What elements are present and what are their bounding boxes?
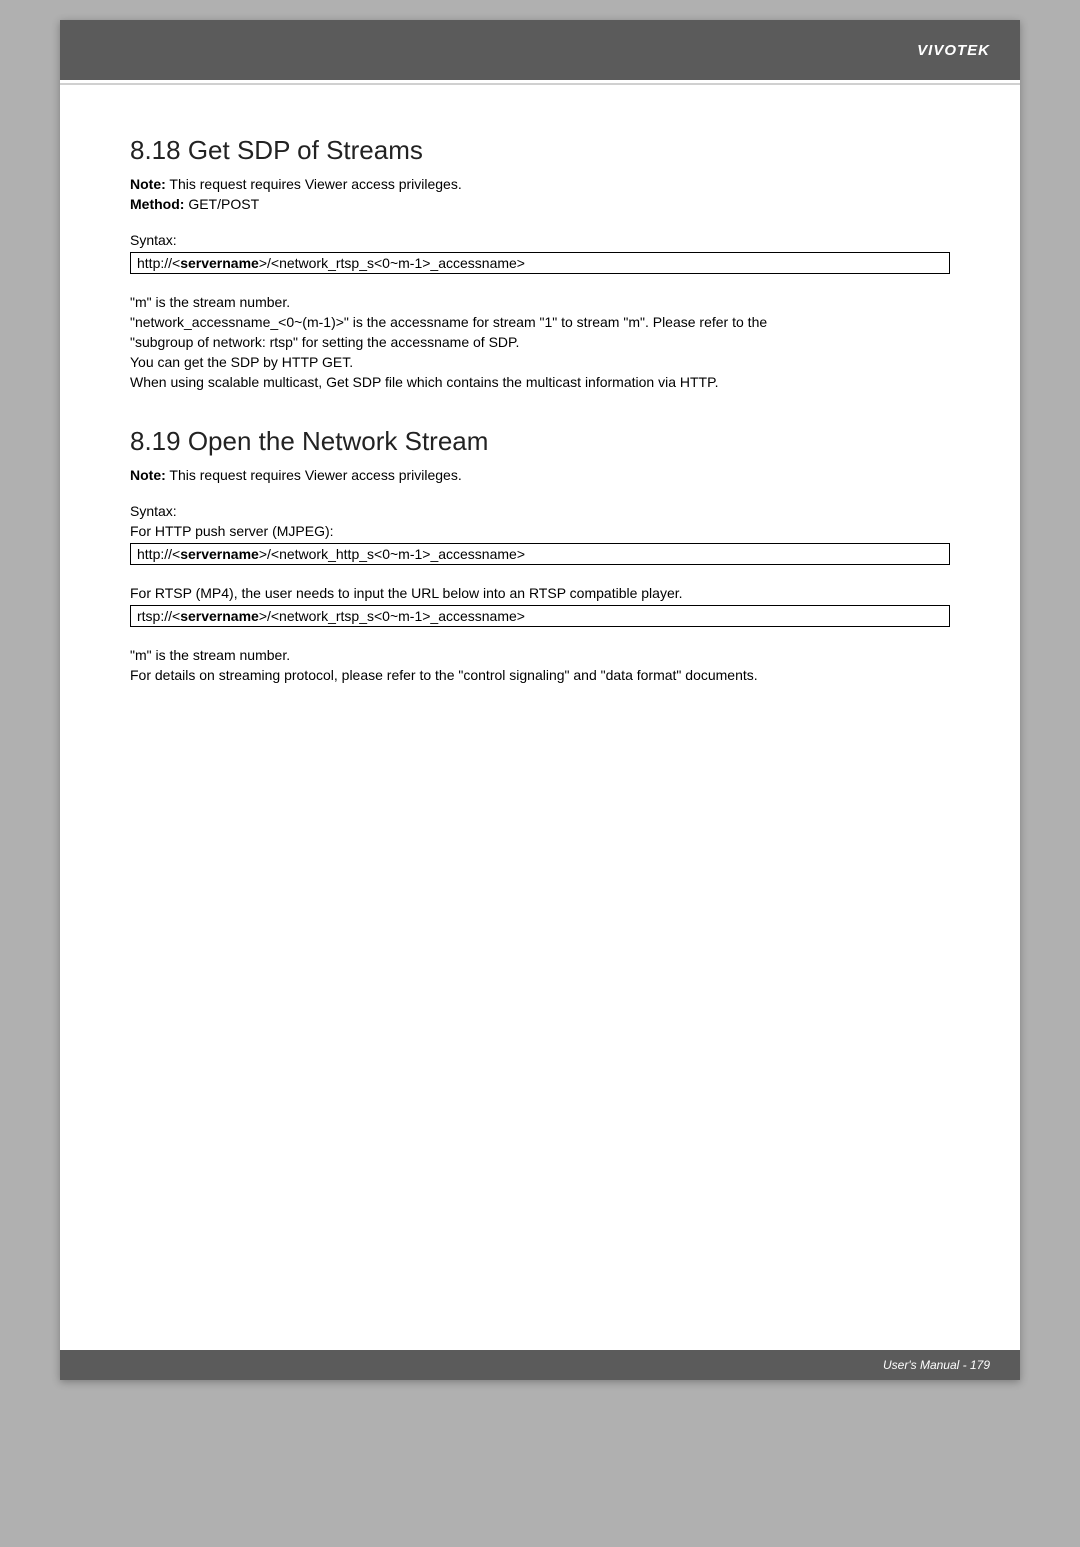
note-text-819: This request requires Viewer access priv… [169, 467, 461, 483]
brand-label: VIVOTEK [917, 42, 990, 59]
section-title-818: 8.18 Get SDP of Streams [130, 135, 950, 166]
syntax-label-819: Syntax: [130, 503, 950, 519]
code-suffix: >/<network_http_s<0~m-1>_accessname> [259, 546, 525, 562]
header-bar: VIVOTEK [60, 20, 1020, 80]
code-prefix: rtsp://< [137, 608, 180, 624]
code-server: servername [180, 255, 259, 271]
rtsp-line-819: For RTSP (MP4), the user needs to input … [130, 585, 950, 601]
para-818-5: When using scalable multicast, Get SDP f… [130, 374, 950, 390]
para-818-2: "network_accessname_<0~(m-1)>" is the ac… [130, 314, 950, 330]
code-server: servername [180, 546, 259, 562]
para-818-1: "m" is the stream number. [130, 294, 950, 310]
note-line-818: Note: This request requires Viewer acces… [130, 176, 950, 192]
content-area: 8.18 Get SDP of Streams Note: This reque… [60, 85, 1020, 707]
rtsp-code-819: rtsp://<servername>/<network_rtsp_s<0~m-… [130, 605, 950, 627]
syntax-label-818: Syntax: [130, 232, 950, 248]
note-label: Note: [130, 176, 166, 192]
method-label: Method: [130, 196, 184, 212]
code-prefix: http://< [137, 255, 180, 271]
code-prefix: http://< [137, 546, 180, 562]
page: VIVOTEK 8.18 Get SDP of Streams Note: Th… [60, 20, 1020, 1380]
http-line-819: For HTTP push server (MJPEG): [130, 523, 950, 539]
footer-text: User's Manual - 179 [883, 1358, 990, 1372]
para-819-1: "m" is the stream number. [130, 647, 950, 663]
footer-bar: User's Manual - 179 [60, 1350, 1020, 1380]
note-text: This request requires Viewer access priv… [169, 176, 461, 192]
para-819-2: For details on streaming protocol, pleas… [130, 667, 950, 683]
code-server: servername [180, 608, 259, 624]
code-suffix: >/<network_rtsp_s<0~m-1>_accessname> [259, 255, 525, 271]
para-818-3: "subgroup of network: rtsp" for setting … [130, 334, 950, 350]
section-title-819: 8.19 Open the Network Stream [130, 426, 950, 457]
note-line-819: Note: This request requires Viewer acces… [130, 467, 950, 483]
method-line-818: Method: GET/POST [130, 196, 950, 212]
code-suffix: >/<network_rtsp_s<0~m-1>_accessname> [259, 608, 525, 624]
note-label-819: Note: [130, 467, 166, 483]
http-code-819: http://<servername>/<network_http_s<0~m-… [130, 543, 950, 565]
method-text: GET/POST [188, 196, 259, 212]
syntax-code-818: http://<servername>/<network_rtsp_s<0~m-… [130, 252, 950, 274]
para-818-4: You can get the SDP by HTTP GET. [130, 354, 950, 370]
